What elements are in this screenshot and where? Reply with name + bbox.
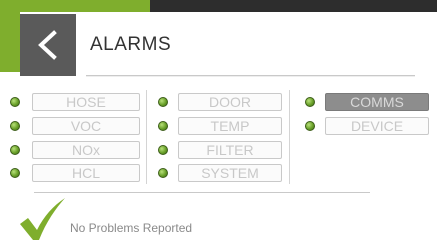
back-button[interactable] bbox=[20, 14, 76, 76]
alarm-item-voc: VOC bbox=[10, 117, 140, 135]
alarm-item-hose: HOSE bbox=[10, 93, 140, 111]
alarm-button-door[interactable]: DOOR bbox=[178, 93, 282, 111]
alarm-item-system: SYSTEM bbox=[158, 164, 282, 182]
alarm-item-hcl: HCL bbox=[10, 164, 140, 182]
page-title: ALARMS bbox=[90, 34, 172, 55]
status-led-icon bbox=[10, 145, 20, 155]
checkmark-icon bbox=[20, 198, 65, 240]
column-divider bbox=[146, 90, 147, 184]
alarm-item-device: DEVICE bbox=[305, 117, 429, 135]
alarm-item-nox: NOx bbox=[10, 141, 140, 159]
status-message: No Problems Reported bbox=[70, 221, 193, 235]
alarm-item-door: DOOR bbox=[158, 93, 282, 111]
status-led-icon bbox=[305, 121, 315, 131]
header-divider-shadow bbox=[86, 76, 415, 77]
alarm-button-hose[interactable]: HOSE bbox=[32, 93, 140, 111]
alarm-button-filter[interactable]: FILTER bbox=[178, 141, 282, 159]
alarm-button-nox[interactable]: NOx bbox=[32, 141, 140, 159]
alarm-button-hcl[interactable]: HCL bbox=[32, 164, 140, 182]
alarm-button-comms[interactable]: COMMS bbox=[325, 93, 429, 111]
column-divider bbox=[289, 90, 290, 184]
alarm-button-voc[interactable]: VOC bbox=[32, 117, 140, 135]
status-led-icon bbox=[305, 97, 315, 107]
alarm-item-filter: FILTER bbox=[158, 141, 282, 159]
alarm-item-temp: TEMP bbox=[158, 117, 282, 135]
status-led-icon bbox=[10, 168, 20, 178]
status-led-icon bbox=[158, 145, 168, 155]
accent-bar bbox=[0, 0, 150, 12]
alarm-button-temp[interactable]: TEMP bbox=[178, 117, 282, 135]
status-led-icon bbox=[10, 97, 20, 107]
status-divider bbox=[34, 192, 370, 193]
alarm-item-comms: COMMS bbox=[305, 93, 429, 111]
accent-edge bbox=[0, 12, 20, 72]
status-led-icon bbox=[158, 97, 168, 107]
chevron-left-icon bbox=[38, 30, 57, 60]
status-led-icon bbox=[158, 168, 168, 178]
alarm-button-system[interactable]: SYSTEM bbox=[178, 164, 282, 182]
status-led-icon bbox=[158, 121, 168, 131]
status-led-icon bbox=[10, 121, 20, 131]
alarm-button-device[interactable]: DEVICE bbox=[325, 117, 429, 135]
